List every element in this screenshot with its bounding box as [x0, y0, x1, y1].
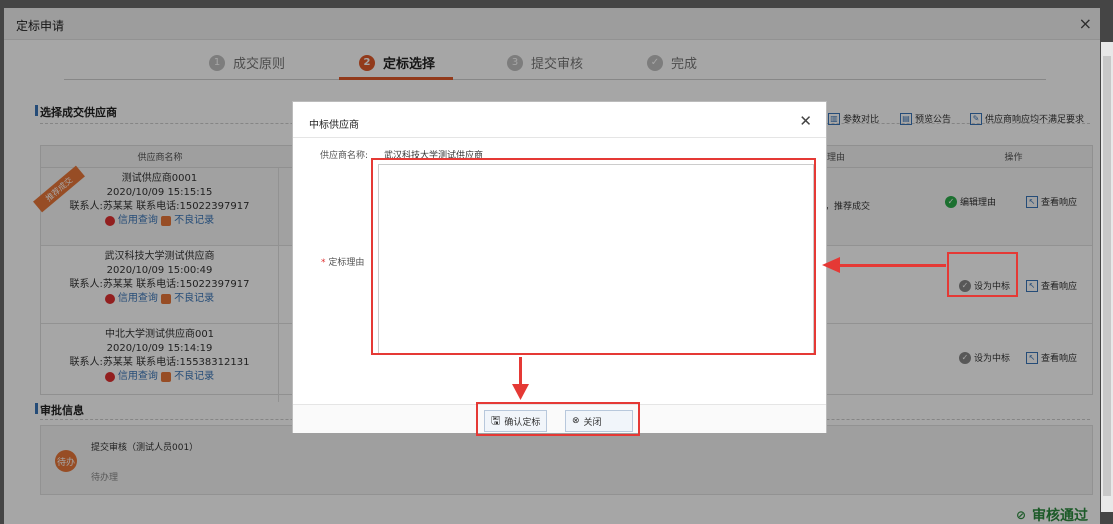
arrow-left-icon [822, 257, 840, 273]
modal-title: 中标供应商 [309, 120, 359, 131]
reason-label-text: 定标理由 [328, 258, 365, 268]
scrollbar-thumb[interactable] [1103, 56, 1111, 496]
arrow-line [838, 264, 946, 267]
highlight-textarea [371, 158, 816, 355]
highlight-buttons [476, 402, 640, 436]
reason-label: * 定标理由 [321, 258, 365, 268]
modal-header: 中标供应商 ✕ [293, 102, 826, 138]
modal-close-icon[interactable]: ✕ [799, 112, 812, 130]
arrow-down-icon [512, 384, 529, 400]
supplier-label: 供应商名称: [320, 151, 369, 161]
highlight-set-winner [947, 252, 1018, 297]
scrollbar[interactable] [1101, 42, 1113, 512]
